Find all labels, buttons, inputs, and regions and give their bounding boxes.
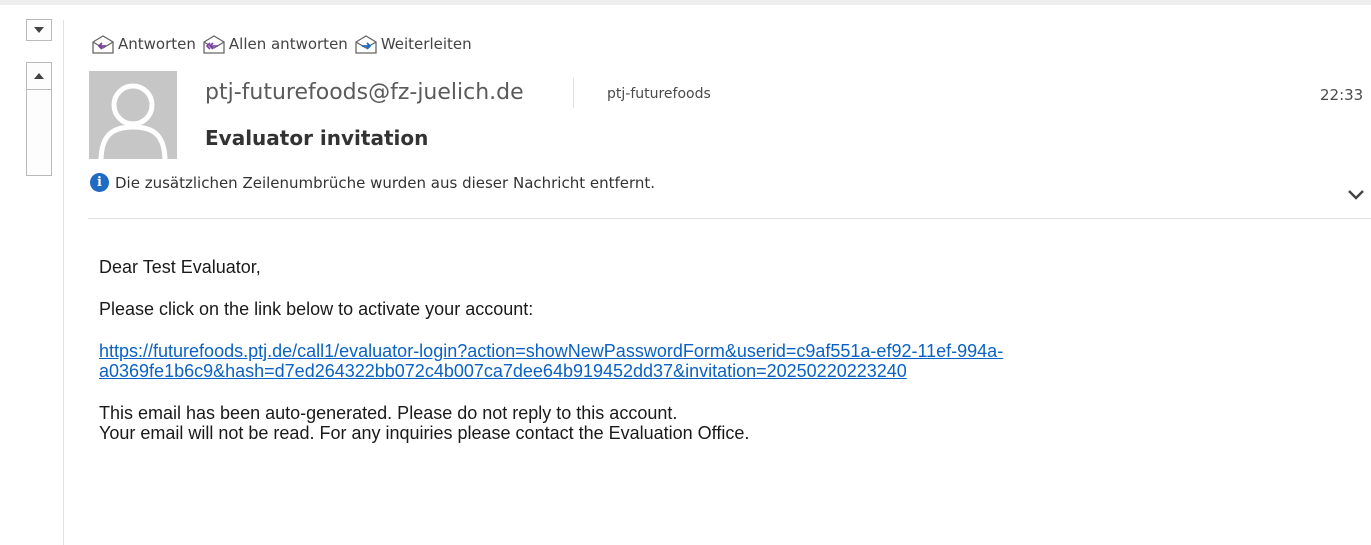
expand-header-button[interactable] xyxy=(1347,186,1365,205)
activation-link-line2[interactable]: a0369fe1b6c9&hash=d7ed264322bb072c4b007c… xyxy=(99,361,907,381)
person-silhouette-icon xyxy=(98,83,168,159)
top-border xyxy=(0,0,1371,5)
footer-line2: Your email will not be read. For any inq… xyxy=(99,423,750,443)
reply-all-icon xyxy=(203,35,225,54)
message-toolbar: Antworten Allen antworten Weiterleiten xyxy=(91,33,472,55)
triangle-up-icon xyxy=(34,73,44,79)
received-time: 22:33 xyxy=(1320,86,1364,104)
sender-name: ptj-futurefoods xyxy=(607,86,711,102)
footer-line1: This email has been auto-generated. Plea… xyxy=(99,403,678,423)
activation-link-block: https://futurefoods.ptj.de/call1/evaluat… xyxy=(99,341,1359,381)
sender-email[interactable]: ptj-futurefoods@fz-juelich.de xyxy=(205,80,524,105)
instruction-text: Please click on the link below to activa… xyxy=(99,299,534,319)
greeting: Dear Test Evaluator, xyxy=(99,257,261,277)
forward-label: Weiterleiten xyxy=(380,35,472,53)
message-body: Dear Test Evaluator, Please click on the… xyxy=(99,257,1359,443)
reply-icon xyxy=(92,35,114,54)
sender-avatar xyxy=(89,71,177,159)
info-text: Die zusätzlichen Zeilenumbrüche wurden a… xyxy=(115,173,656,192)
reply-all-label: Allen antworten xyxy=(228,35,348,53)
triangle-down-icon xyxy=(34,27,44,33)
header-separator xyxy=(573,78,574,108)
reply-button[interactable]: Antworten xyxy=(91,33,196,55)
reply-label: Antworten xyxy=(118,35,196,53)
forward-icon xyxy=(355,35,377,54)
info-bar[interactable]: i Die zusätzlichen Zeilenumbrüche wurden… xyxy=(90,173,655,192)
pane-divider xyxy=(63,20,64,545)
header-divider xyxy=(88,218,1371,219)
scroll-dropdown-button[interactable] xyxy=(26,19,52,41)
reply-all-button[interactable]: Allen antworten xyxy=(202,33,348,55)
info-icon: i xyxy=(90,173,109,192)
footer-text: This email has been auto-generated. Plea… xyxy=(99,403,1359,443)
message-subject: Evaluator invitation xyxy=(205,126,429,150)
vertical-scrollbar[interactable] xyxy=(26,62,52,176)
activation-link-line1[interactable]: https://futurefoods.ptj.de/call1/evaluat… xyxy=(99,341,1003,361)
forward-button[interactable]: Weiterleiten xyxy=(354,33,472,55)
scroll-up-button[interactable] xyxy=(27,63,51,90)
chevron-down-icon xyxy=(1348,190,1364,200)
